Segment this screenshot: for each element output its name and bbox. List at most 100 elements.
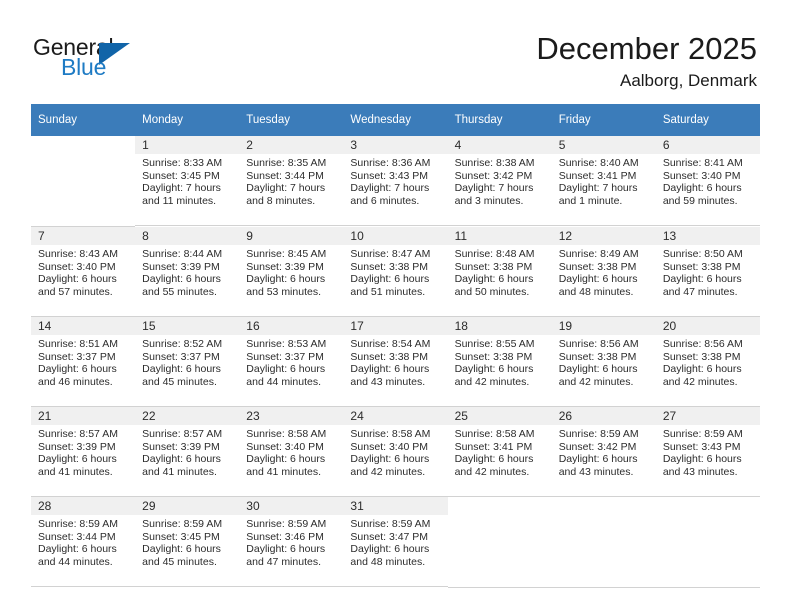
calendar-day-cell[interactable]: 18 Sunrise: 8:55 AM Sunset: 3:38 PM Dayligh… xyxy=(447,317,552,407)
calendar-day-cell[interactable]: 20 Sunrise: 8:56 AM Sunset: 3:38 PM Dayligh… xyxy=(655,317,760,407)
day-info: Sunrise: 8:41 AM Sunset: 3:40 PM Daylight:… xyxy=(656,154,760,207)
calendar-day-cell[interactable]: 10 Sunrise: 8:47 AM Sunset: 3:38 PM Dayligh… xyxy=(343,227,448,317)
day-number: 27 xyxy=(662,409,677,423)
sunrise-text: Sunrise: 8:53 AM xyxy=(246,338,327,350)
calendar-day-cell[interactable]: 9 Sunrise: 8:45 AM Sunset: 3:39 PM Daylight… xyxy=(239,227,344,317)
weekday-header-friday: Friday xyxy=(551,104,656,136)
calendar-day-cell[interactable]: 25 Sunrise: 8:58 AM Sunset: 3:41 PM Dayligh… xyxy=(447,407,552,497)
daylight-text-line1: Daylight: 6 hours xyxy=(142,363,221,376)
daylight-text-line2: and 42 minutes. xyxy=(454,375,530,388)
day-number: 8 xyxy=(142,229,149,243)
calendar-day-cell[interactable]: 17 Sunrise: 8:54 AM Sunset: 3:38 PM Dayligh… xyxy=(343,317,448,407)
calendar-day-cell[interactable]: 21 Sunrise: 8:57 AM Sunset: 3:39 PM Dayligh… xyxy=(31,407,136,497)
daylight-text-line2: and 41 minutes. xyxy=(142,465,217,478)
day-number-bar: 11 xyxy=(447,227,552,245)
day-number-bar: 10 xyxy=(343,227,448,245)
daylight-text-line1: Daylight: 7 hours xyxy=(142,182,221,195)
sunrise-text: Sunrise: 8:57 AM xyxy=(142,428,223,440)
sunrise-text: Sunrise: 8:56 AM xyxy=(662,338,743,350)
calendar-day-cell[interactable]: 31 Sunrise: 8:59 AM Sunset: 3:47 PM Dayligh… xyxy=(343,497,448,587)
calendar-day-cell[interactable]: 15 Sunrise: 8:52 AM Sunset: 3:37 PM Dayligh… xyxy=(135,317,240,407)
daylight-text-line1: Daylight: 7 hours xyxy=(558,182,638,195)
calendar-day-cell[interactable]: 29 Sunrise: 8:59 AM Sunset: 3:45 PM Dayligh… xyxy=(135,497,240,587)
calendar-week-row: 14 Sunrise: 8:51 AM Sunset: 3:37 PM Dayligh… xyxy=(31,317,760,407)
calendar-day-cell[interactable]: 13 Sunrise: 8:50 AM Sunset: 3:38 PM Dayligh… xyxy=(655,227,760,317)
calendar-day-cell[interactable]: 7 Sunrise: 8:43 AM Sunset: 3:40 PM Daylight… xyxy=(31,227,136,317)
sunset-text: Sunset: 3:42 PM xyxy=(558,440,637,453)
day-number: 6 xyxy=(662,138,670,152)
day-number: 17 xyxy=(350,319,364,333)
day-number: 21 xyxy=(38,409,52,423)
sunset-text: Sunset: 3:39 PM xyxy=(38,440,116,453)
daylight-text-line1: Daylight: 6 hours xyxy=(38,543,117,556)
daylight-text-line2: and 42 minutes. xyxy=(662,375,738,388)
day-number: 9 xyxy=(246,229,253,243)
title-block: December 2025 Aalborg, Denmark xyxy=(536,30,757,92)
weekday-header-sunday: Sunday xyxy=(31,104,136,136)
daylight-text-line2: and 59 minutes. xyxy=(662,194,738,207)
day-info: Sunrise: 8:48 AM Sunset: 3:38 PM Daylight:… xyxy=(448,245,552,298)
sunrise-text: Sunrise: 8:40 AM xyxy=(558,157,639,169)
calendar-day-cell[interactable]: 1 Sunrise: 8:33 AM Sunset: 3:45 PM Daylight… xyxy=(135,136,240,226)
day-info: Sunrise: 8:58 AM Sunset: 3:41 PM Daylight:… xyxy=(448,425,552,478)
day-info: Sunrise: 8:56 AM Sunset: 3:38 PM Daylight:… xyxy=(552,335,656,388)
sunset-text: Sunset: 3:41 PM xyxy=(558,169,637,182)
sunset-text: Sunset: 3:38 PM xyxy=(662,350,741,363)
calendar-cell: 17 Sunrise: 8:54 AM Sunset: 3:38 PM Dayligh… xyxy=(343,317,448,407)
sunset-text: Sunset: 3:40 PM xyxy=(662,169,741,182)
calendar-day-cell[interactable]: 16 Sunrise: 8:53 AM Sunset: 3:37 PM Dayligh… xyxy=(239,317,344,407)
sunrise-text: Sunrise: 8:58 AM xyxy=(454,428,535,440)
daylight-text-line2: and 48 minutes. xyxy=(350,555,426,568)
sunrise-text: Sunrise: 8:44 AM xyxy=(142,248,223,260)
calendar-day-cell[interactable]: 24 Sunrise: 8:58 AM Sunset: 3:40 PM Dayligh… xyxy=(343,407,448,497)
calendar-cell: 1 Sunrise: 8:33 AM Sunset: 3:45 PM Daylight… xyxy=(135,136,240,227)
calendar-cell: 30 Sunrise: 8:59 AM Sunset: 3:46 PM Dayligh… xyxy=(239,497,344,588)
day-number: 20 xyxy=(662,319,677,333)
brand-logo[interactable]: General Blue xyxy=(33,34,213,90)
weekday-header-wednesday: Wednesday xyxy=(343,104,448,136)
calendar-day-cell[interactable]: 2 Sunrise: 8:35 AM Sunset: 3:44 PM Daylight… xyxy=(239,136,344,226)
sunrise-text: Sunrise: 8:51 AM xyxy=(38,338,118,350)
daylight-text-line1: Daylight: 6 hours xyxy=(142,543,221,556)
day-number: 19 xyxy=(558,319,573,333)
day-number-bar: 8 xyxy=(135,227,240,245)
daylight-text-line2: and 47 minutes. xyxy=(246,555,321,568)
day-info: Sunrise: 8:51 AM Sunset: 3:37 PM Daylight:… xyxy=(31,335,135,388)
day-number-bar: 31 xyxy=(343,497,448,515)
calendar-day-cell[interactable]: 8 Sunrise: 8:44 AM Sunset: 3:39 PM Daylight… xyxy=(135,227,240,317)
day-number: 18 xyxy=(454,319,468,333)
sunset-text: Sunset: 3:37 PM xyxy=(38,350,116,363)
calendar-day-cell[interactable]: 28 Sunrise: 8:59 AM Sunset: 3:44 PM Dayligh… xyxy=(31,497,136,587)
calendar-day-cell[interactable]: 3 Sunrise: 8:36 AM Sunset: 3:43 PM Daylight… xyxy=(343,136,448,226)
day-info: Sunrise: 8:54 AM Sunset: 3:38 PM Daylight:… xyxy=(343,335,447,388)
calendar-day-cell[interactable]: 6 Sunrise: 8:41 AM Sunset: 3:40 PM Daylight… xyxy=(655,136,760,226)
day-info: Sunrise: 8:59 AM Sunset: 3:47 PM Daylight:… xyxy=(343,515,447,568)
calendar-day-cell[interactable]: 22 Sunrise: 8:57 AM Sunset: 3:39 PM Dayligh… xyxy=(135,407,240,497)
calendar-day-cell[interactable]: 19 Sunrise: 8:56 AM Sunset: 3:38 PM Dayligh… xyxy=(551,317,656,407)
day-number: 14 xyxy=(38,319,52,333)
calendar-cell: 21 Sunrise: 8:57 AM Sunset: 3:39 PM Dayligh… xyxy=(31,407,136,497)
day-info: Sunrise: 8:55 AM Sunset: 3:38 PM Daylight:… xyxy=(448,335,552,388)
calendar-day-cell[interactable]: 5 Sunrise: 8:40 AM Sunset: 3:41 PM Daylight… xyxy=(551,136,656,226)
calendar-cell-empty xyxy=(31,136,136,227)
day-number-bar: 6 xyxy=(655,136,760,154)
calendar-day-cell[interactable]: 27 Sunrise: 8:59 AM Sunset: 3:43 PM Dayligh… xyxy=(655,407,760,497)
day-number: 30 xyxy=(246,499,260,513)
daylight-text-line1: Daylight: 6 hours xyxy=(350,273,430,286)
sunrise-text: Sunrise: 8:58 AM xyxy=(350,428,431,440)
calendar-day-cell[interactable]: 12 Sunrise: 8:49 AM Sunset: 3:38 PM Dayligh… xyxy=(551,227,656,317)
calendar-cell: 25 Sunrise: 8:58 AM Sunset: 3:41 PM Dayligh… xyxy=(447,407,552,497)
sunrise-text: Sunrise: 8:45 AM xyxy=(246,248,327,260)
weekday-header-saturday: Saturday xyxy=(655,104,760,136)
calendar-cell: 23 Sunrise: 8:58 AM Sunset: 3:40 PM Dayligh… xyxy=(239,407,344,497)
calendar-day-cell[interactable]: 26 Sunrise: 8:59 AM Sunset: 3:42 PM Dayligh… xyxy=(551,407,656,497)
calendar-day-cell[interactable]: 23 Sunrise: 8:58 AM Sunset: 3:40 PM Dayligh… xyxy=(239,407,344,497)
calendar-day-cell[interactable]: 11 Sunrise: 8:48 AM Sunset: 3:38 PM Dayligh… xyxy=(447,227,552,317)
calendar-day-cell[interactable]: 14 Sunrise: 8:51 AM Sunset: 3:37 PM Dayligh… xyxy=(31,317,136,407)
daylight-text-line1: Daylight: 6 hours xyxy=(350,363,430,376)
calendar-day-cell[interactable]: 4 Sunrise: 8:38 AM Sunset: 3:42 PM Daylight… xyxy=(447,136,552,226)
calendar-day-cell[interactable]: 30 Sunrise: 8:59 AM Sunset: 3:46 PM Dayligh… xyxy=(239,497,344,587)
day-number: 1 xyxy=(142,138,149,152)
day-number: 28 xyxy=(38,499,52,513)
calendar-cell-empty xyxy=(447,497,552,588)
